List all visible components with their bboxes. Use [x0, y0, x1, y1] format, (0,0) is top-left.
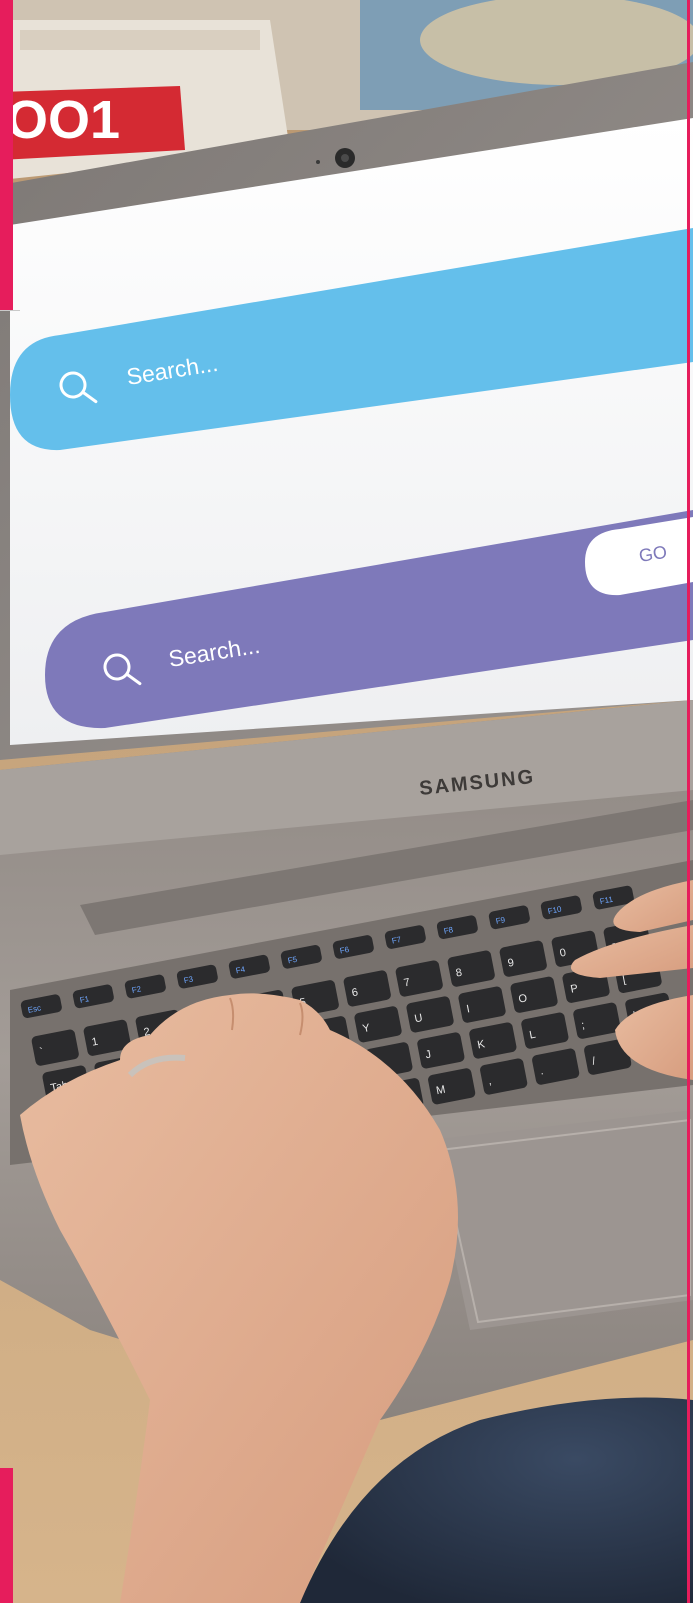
- accent-bar-top: [0, 0, 13, 310]
- photo-stage: OO1 Search... Search... GO SAMSUNG Esc F…: [0, 0, 693, 1603]
- accent-bar-bottom: [0, 1468, 13, 1603]
- accent-divider: [0, 310, 20, 311]
- trackpad[interactable]: [430, 1110, 693, 1330]
- book-cover-text: OO1: [6, 90, 120, 150]
- accent-bar-right: [687, 0, 690, 1603]
- laptop-photo: OO1 Search... Search... GO SAMSUNG EscF1…: [0, 0, 693, 1603]
